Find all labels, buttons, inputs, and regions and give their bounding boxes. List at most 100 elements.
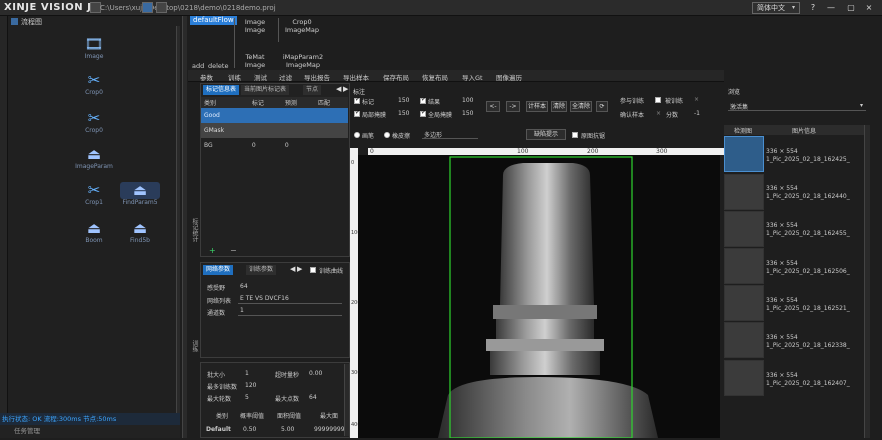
thr-default-area[interactable]: 5.00 xyxy=(281,426,294,433)
bg-antialias-checkbox[interactable] xyxy=(572,132,578,138)
thumbnail-5[interactable] xyxy=(724,322,764,358)
training-curve-checkbox[interactable] xyxy=(310,267,316,273)
canvas-item-crop0[interactable]: Crop0 ImageMap xyxy=(282,18,322,34)
flow-node-crop1[interactable]: ✂ Crop1 xyxy=(74,182,114,207)
table-row[interactable]: Good xyxy=(201,108,348,123)
defect-hint-button[interactable]: 缺陷提示 xyxy=(526,129,566,140)
brush-radio[interactable] xyxy=(354,132,360,138)
eraser-radio[interactable] xyxy=(384,132,390,138)
thumbnail-6[interactable] xyxy=(724,360,764,396)
tab-current-label[interactable]: 当前图片标记表 xyxy=(241,85,290,95)
minimize-button[interactable]: — xyxy=(824,2,838,14)
thumbnail-2[interactable] xyxy=(724,211,764,247)
canvas-item-imapparam[interactable]: iMapParam2 ImageMap xyxy=(280,53,326,69)
tab-net-params[interactable]: 网络参数 xyxy=(203,265,234,275)
toolbar-save-layout[interactable]: 保存布局 xyxy=(383,72,409,82)
thumb-info[interactable]: 336 × 554 1_Pic_2025_02_18_162407_ xyxy=(766,372,850,388)
global-mask-value[interactable]: 150 xyxy=(462,110,473,117)
flow-node-crop0[interactable]: ✂ Crop0 xyxy=(74,72,114,97)
task-manager[interactable]: 任务管理 xyxy=(0,425,180,438)
dataset-select[interactable]: 激活集 xyxy=(728,102,866,111)
thumb-info[interactable]: 336 × 554 1_Pic_2025_02_18_162521_ xyxy=(766,297,850,313)
mark-checkbox[interactable] xyxy=(354,96,360,104)
params-scrollbar[interactable] xyxy=(344,364,349,436)
join-training-checkbox[interactable] xyxy=(655,97,661,103)
toolbar-import-gt[interactable]: 导入Gt xyxy=(462,72,483,82)
thumb-info[interactable]: 336 × 554 1_Pic_2025_02_18_162506_ xyxy=(766,260,850,276)
trained-clear-icon[interactable]: × xyxy=(694,96,699,103)
max-points-value[interactable]: 64 xyxy=(309,394,317,401)
tab-train-params[interactable]: 训练参数 xyxy=(246,265,277,275)
max-train-value[interactable]: 120 xyxy=(245,382,256,389)
dataset-chevron-icon[interactable]: ▾ xyxy=(860,102,863,109)
result-checkbox[interactable] xyxy=(420,96,426,104)
thumbnail-4[interactable] xyxy=(724,285,764,321)
flow-scrollbar[interactable] xyxy=(176,26,180,414)
table-row[interactable]: GMask xyxy=(201,123,348,138)
thumbnail-0[interactable] xyxy=(724,136,764,172)
max-epoch-value[interactable]: 5 xyxy=(245,394,249,401)
thumb-info[interactable]: 336 × 554 1_Pic_2025_02_18_162440_ xyxy=(766,185,850,201)
refresh-icon[interactable]: ⟳ xyxy=(596,101,608,112)
count-samples-button[interactable]: 计样本 xyxy=(526,101,548,112)
flow-node-image[interactable]: 🎞 Image xyxy=(74,36,114,61)
save-icon[interactable] xyxy=(156,2,167,13)
canvas-item-image[interactable]: Image Image xyxy=(238,18,272,34)
flow-node-crop0b[interactable]: ✂ Crop0 xyxy=(74,110,114,135)
tab-label-info[interactable]: 标记信息表 xyxy=(203,85,240,95)
flow-node-find5b[interactable]: ⏏ Find5b xyxy=(120,220,160,245)
thr-default-max[interactable]: 99999999 xyxy=(314,426,345,433)
toolbar-params[interactable]: 参数 xyxy=(200,72,213,82)
toolbar-filter[interactable]: 过滤 xyxy=(279,72,292,82)
tab-node[interactable]: 节点 xyxy=(303,85,322,95)
remove-class-icon[interactable]: − xyxy=(230,246,237,255)
sample-clear-icon[interactable]: × xyxy=(656,110,661,117)
maximize-icon[interactable]: ▢ xyxy=(844,2,858,14)
local-mask-value[interactable]: 150 xyxy=(398,110,409,117)
thumbnail-1[interactable] xyxy=(724,174,764,210)
toolbar-train[interactable]: 训练 xyxy=(228,72,241,82)
splitter[interactable] xyxy=(182,16,187,438)
add-class-icon[interactable]: + xyxy=(209,246,216,255)
next-button[interactable]: -> xyxy=(506,101,520,112)
network-list-select[interactable]: E TE VS DVCF16 xyxy=(238,295,342,304)
thumb-info[interactable]: 336 × 554 1_Pic_2025_02_18_162455_ xyxy=(766,222,850,238)
browse-scrollbar[interactable] xyxy=(864,125,870,438)
image-viewer[interactable] xyxy=(358,155,720,439)
language-chevron-icon[interactable]: ▾ xyxy=(792,4,795,11)
shape-select[interactable]: 多边形 xyxy=(422,130,478,139)
thumb-info[interactable]: 336 × 554 1_Pic_2025_02_18_162338_ xyxy=(766,334,850,350)
channels-select[interactable]: 1 xyxy=(238,307,342,316)
net-tab-right-icon[interactable]: ▶ xyxy=(297,265,302,273)
table-row[interactable]: BG 0 0 xyxy=(201,138,348,153)
net-tab-left-icon[interactable]: ◀ xyxy=(290,265,295,273)
toolbar-image-traverse[interactable]: 图像遍历 xyxy=(496,72,522,82)
clear-all-button[interactable]: 全清除 xyxy=(570,101,592,112)
thumbnail-3[interactable] xyxy=(724,248,764,284)
batch-size-value[interactable]: 1 xyxy=(245,370,249,377)
close-button[interactable]: × xyxy=(862,2,876,14)
canvas-item-temat[interactable]: TeMat Image xyxy=(238,53,272,69)
clear-button[interactable]: 清除 xyxy=(551,101,567,112)
toolbar-test[interactable]: 测试 xyxy=(254,72,267,82)
toolbar-restore-layout[interactable]: 恢复布局 xyxy=(422,72,448,82)
tab-scroll-right-icon[interactable]: ▶ xyxy=(343,85,348,93)
open-folder-icon[interactable] xyxy=(142,2,153,13)
tab-scroll-left-icon[interactable]: ◀ xyxy=(336,85,341,93)
thumb-info[interactable]: 336 × 554 1_Pic_2025_02_18_162425_ xyxy=(766,148,850,164)
local-mask-checkbox[interactable] xyxy=(354,109,360,117)
toolbar-export-samples[interactable]: 导出样本 xyxy=(343,72,369,82)
global-mask-checkbox[interactable] xyxy=(420,109,426,117)
result-value[interactable]: 100 xyxy=(462,97,473,104)
toolbar-export-report[interactable]: 导出报告 xyxy=(304,72,330,82)
mark-value[interactable]: 150 xyxy=(398,97,409,104)
help-button[interactable]: ? xyxy=(806,2,820,14)
flow-node-find5[interactable]: ⏏ FindParam5 xyxy=(120,182,160,206)
flow-node-param[interactable]: ⏏ ImageParam xyxy=(74,146,114,171)
flow-badge[interactable]: defaultFlow xyxy=(190,16,237,25)
prev-button[interactable]: <- xyxy=(486,101,500,112)
thr-default-prob[interactable]: 0.50 xyxy=(243,426,256,433)
flow-node-boom[interactable]: ⏏ Boom xyxy=(74,220,114,245)
timeout-value[interactable]: 0.00 xyxy=(309,370,322,377)
delete-button[interactable]: delete xyxy=(208,62,228,70)
